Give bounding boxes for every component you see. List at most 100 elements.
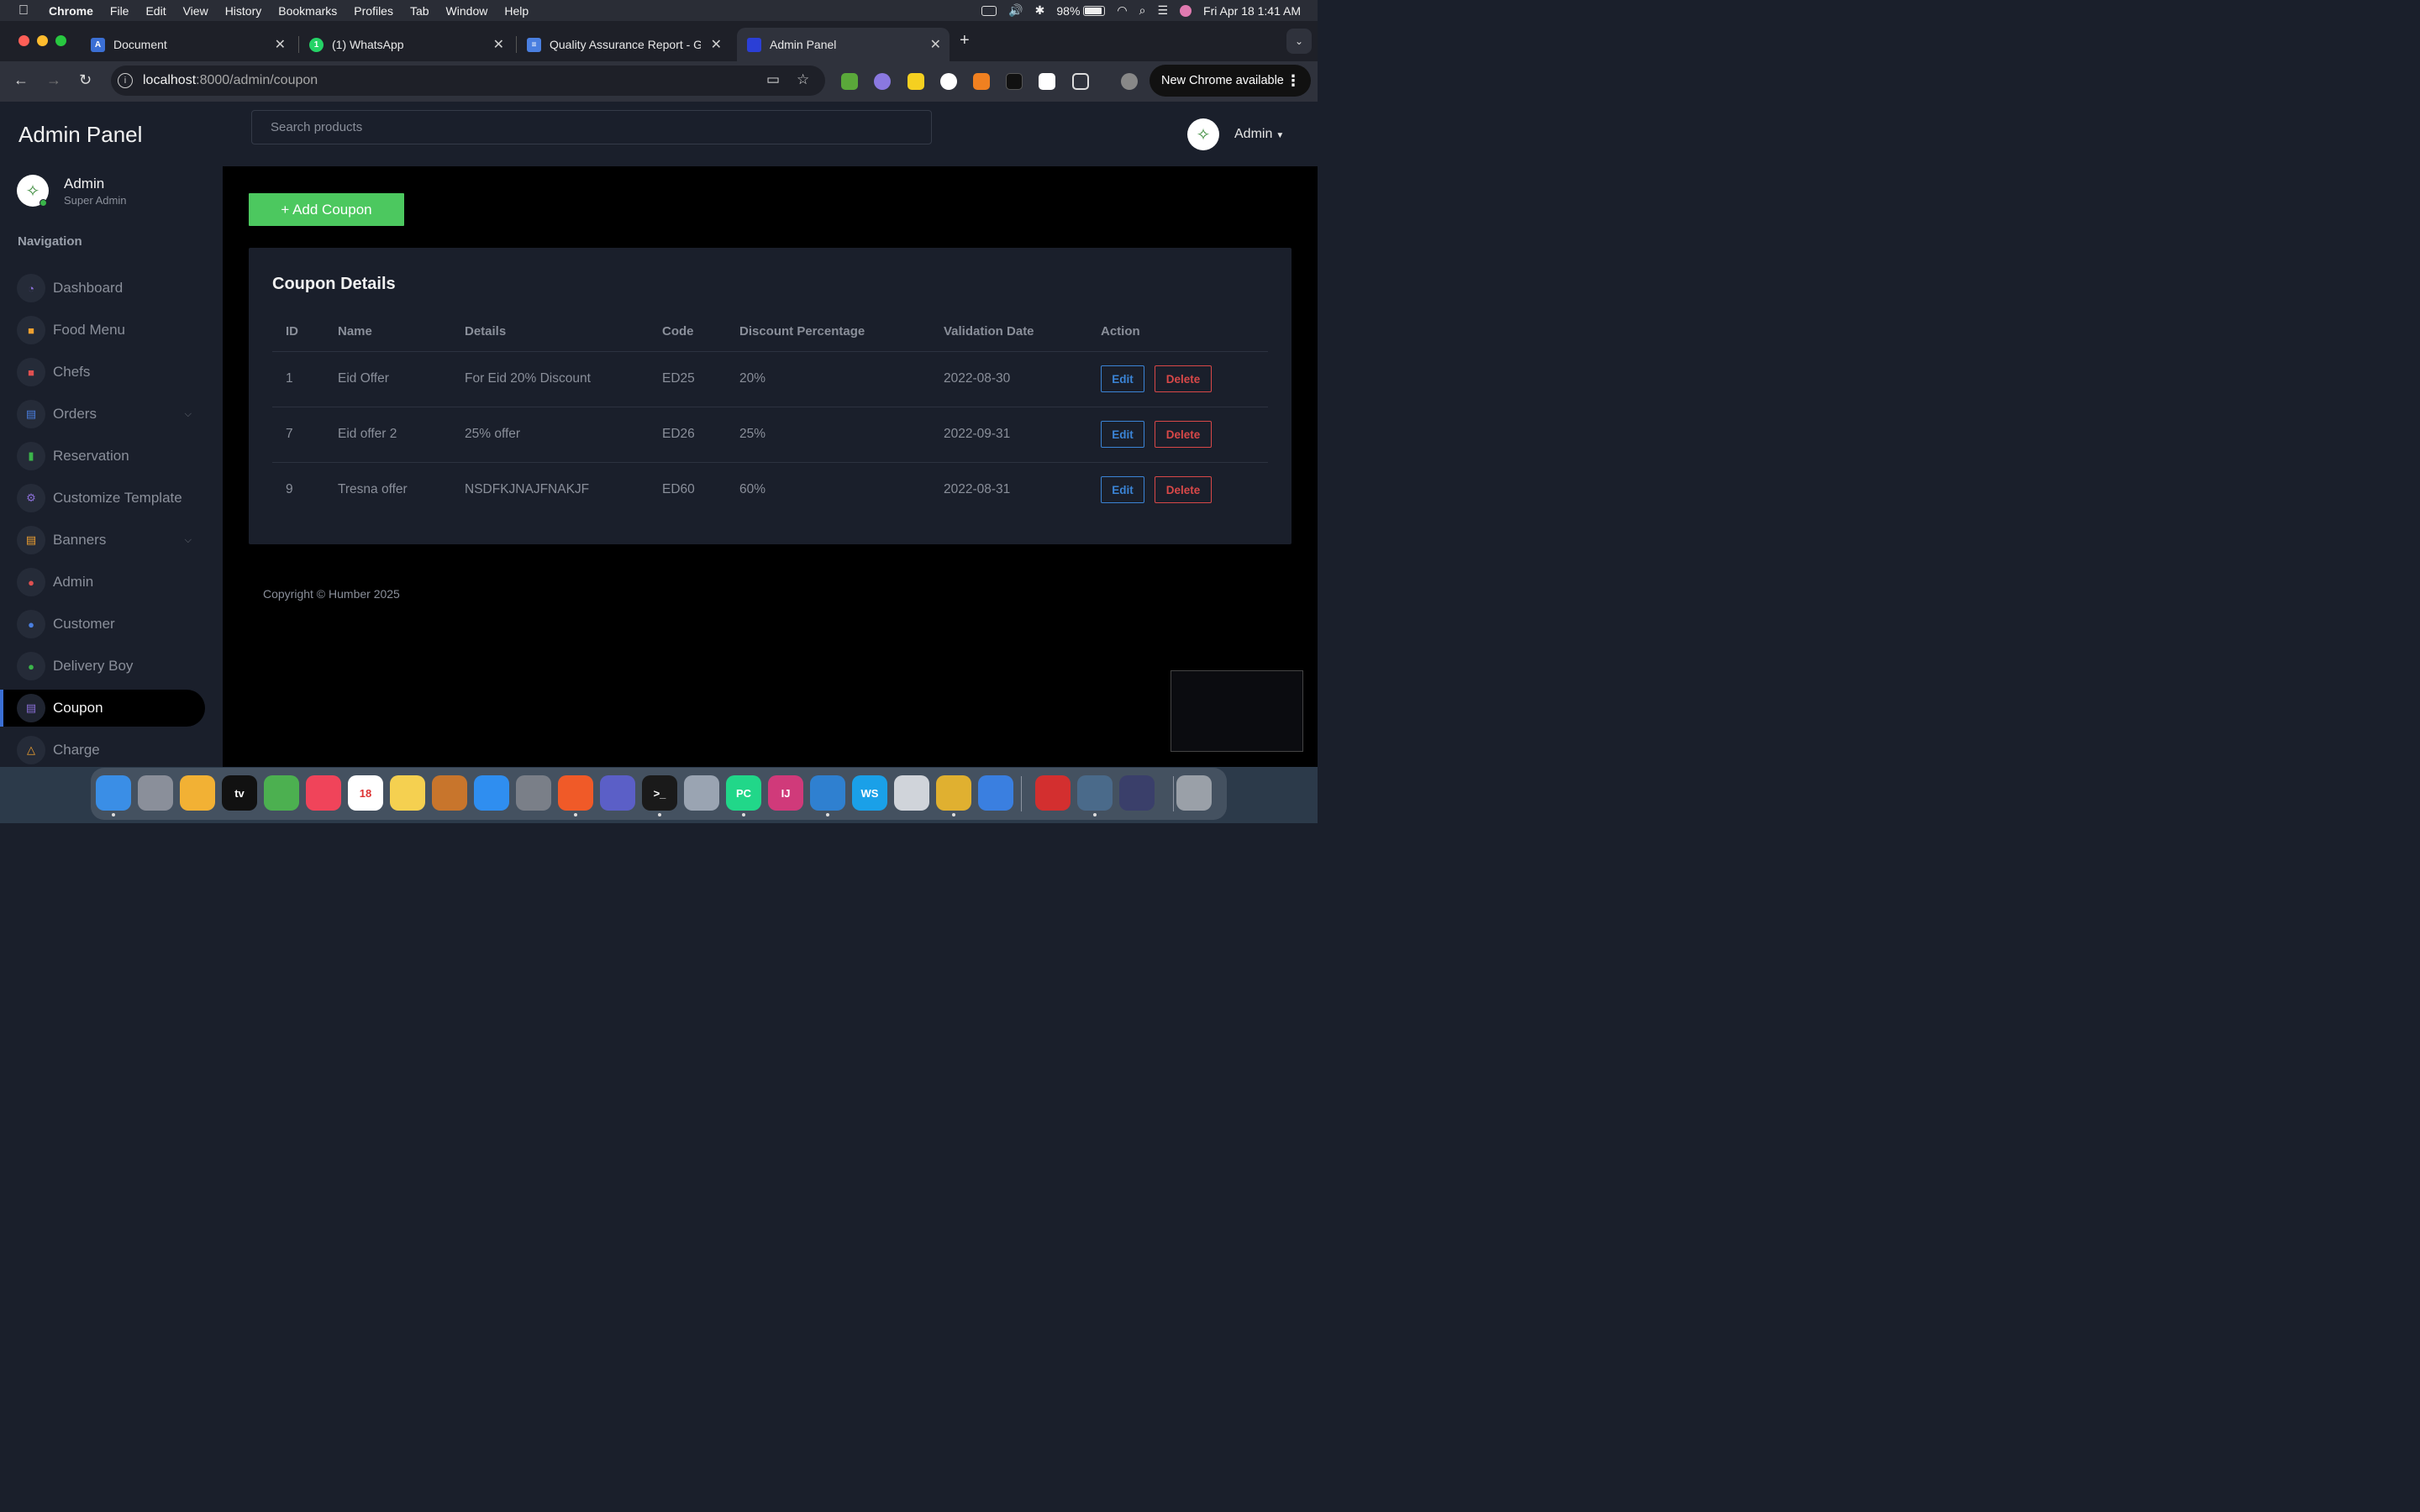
menu-edit[interactable]: Edit bbox=[145, 4, 166, 18]
tab-search-button[interactable]: ⌄ bbox=[1286, 29, 1312, 54]
bluetooth-icon[interactable]: ✱ bbox=[1035, 3, 1045, 18]
menu-file[interactable]: File bbox=[110, 4, 129, 18]
brave-icon[interactable] bbox=[558, 775, 593, 811]
menu-view[interactable]: View bbox=[183, 4, 208, 18]
tab-whatsapp[interactable]: 1 (1) WhatsApp ✕ bbox=[299, 28, 513, 61]
new-tab-button[interactable]: + bbox=[960, 31, 970, 50]
extension-grid-icon[interactable] bbox=[1039, 73, 1055, 90]
extension-pulse-icon[interactable] bbox=[940, 73, 957, 90]
sidebar-item-orders[interactable]: ▤ Orders ⌵ bbox=[17, 396, 205, 433]
launchpad-icon[interactable] bbox=[138, 775, 173, 811]
garageband-icon[interactable] bbox=[432, 775, 467, 811]
sidebar-item-dashboard[interactable]: ◔ Dashboard bbox=[17, 270, 205, 307]
avatar[interactable]: ✧ bbox=[1187, 118, 1219, 150]
tab-document[interactable]: A Document ✕ bbox=[81, 28, 294, 61]
menu-history[interactable]: History bbox=[225, 4, 262, 18]
reload-icon[interactable]: ↻ bbox=[79, 71, 92, 89]
menu-tab[interactable]: Tab bbox=[410, 4, 429, 18]
finder-icon[interactable] bbox=[96, 775, 131, 811]
user-dropdown[interactable]: Admin ▼ bbox=[1234, 127, 1284, 142]
mysql-workbench-icon[interactable] bbox=[1077, 775, 1113, 811]
acrobat-icon[interactable] bbox=[1035, 775, 1071, 811]
sidebar-item-coupon[interactable]: ▤ Coupon bbox=[0, 690, 205, 727]
delete-button[interactable]: Delete bbox=[1155, 365, 1212, 392]
screenshot-thumbnail[interactable] bbox=[1171, 670, 1303, 752]
extensions-puzzle-icon[interactable] bbox=[1072, 73, 1089, 90]
intellij-icon[interactable]: IJ bbox=[768, 775, 803, 811]
close-icon[interactable]: ✕ bbox=[275, 36, 286, 53]
trash-icon[interactable] bbox=[1176, 775, 1212, 811]
apple-menu-icon[interactable]:  bbox=[18, 3, 35, 18]
back-arrow-icon[interactable]: ← bbox=[13, 71, 29, 89]
app-store-icon[interactable] bbox=[474, 775, 509, 811]
ram-monitor-icon[interactable] bbox=[1119, 775, 1155, 811]
tableplus-icon[interactable] bbox=[894, 775, 929, 811]
spotlight-search-icon[interactable]: ⌕ bbox=[1139, 3, 1146, 18]
minimize-window-button[interactable] bbox=[37, 35, 48, 46]
battery-status[interactable]: 98% bbox=[1056, 4, 1106, 18]
xcode-instruments-icon[interactable] bbox=[978, 775, 1013, 811]
extension-s-icon[interactable] bbox=[908, 73, 924, 90]
bookmark-star-icon[interactable]: ☆ bbox=[797, 71, 809, 88]
calendar-icon[interactable]: 18 bbox=[348, 775, 383, 811]
sidebar-item-chefs[interactable]: ■ Chefs bbox=[17, 354, 205, 391]
system-settings-icon[interactable] bbox=[516, 775, 551, 811]
delete-button[interactable]: Delete bbox=[1155, 476, 1212, 504]
site-info-icon[interactable]: i bbox=[118, 73, 133, 88]
chevron-down-icon[interactable]: ⌵ bbox=[185, 535, 192, 546]
menu-clock[interactable]: Fri Apr 18 1:41 AM bbox=[1203, 4, 1301, 18]
close-icon[interactable]: ✕ bbox=[711, 36, 722, 53]
new-chrome-available-button[interactable]: New Chrome available ⋮ bbox=[1150, 65, 1311, 97]
sidebar-item-banners[interactable]: ▤ Banners ⌵ bbox=[17, 522, 205, 559]
close-window-button[interactable] bbox=[18, 35, 29, 46]
close-icon[interactable]: ✕ bbox=[493, 36, 504, 53]
notes-icon[interactable] bbox=[390, 775, 425, 811]
control-center-icon[interactable]: ☰ bbox=[1157, 3, 1168, 18]
edit-button[interactable]: Edit bbox=[1101, 421, 1144, 448]
sidebar-item-charge[interactable]: △ Charge bbox=[17, 732, 205, 767]
wifi-icon[interactable]: ◠ bbox=[1117, 3, 1127, 18]
menu-bookmarks[interactable]: Bookmarks bbox=[278, 4, 337, 18]
volume-icon[interactable]: 🔊 bbox=[1008, 3, 1023, 18]
address-bar[interactable]: i localhost:8000/admin/coupon ▭ ☆ bbox=[111, 66, 825, 96]
extension-chart-icon[interactable] bbox=[841, 73, 858, 90]
sidebar-item-delivery-boy[interactable]: ● Delivery Boy bbox=[17, 648, 205, 685]
pycharm-icon[interactable]: PC bbox=[726, 775, 761, 811]
edit-button[interactable]: Edit bbox=[1101, 476, 1144, 504]
webstorm-icon[interactable]: WS bbox=[852, 775, 887, 811]
sidebar-item-food-menu[interactable]: ■ Food Menu bbox=[17, 312, 205, 349]
siri-icon[interactable] bbox=[1180, 4, 1192, 17]
teams-icon[interactable] bbox=[600, 775, 635, 811]
database-icon[interactable] bbox=[684, 775, 719, 811]
search-input[interactable]: Search products bbox=[251, 110, 932, 144]
status-menu-icon[interactable] bbox=[981, 5, 997, 16]
photos-icon[interactable] bbox=[180, 775, 215, 811]
brand-title[interactable]: Admin Panel bbox=[18, 122, 142, 148]
tab-qa-report[interactable]: ≡ Quality Assurance Report - G ✕ bbox=[517, 28, 730, 61]
sidebar-item-admin[interactable]: ● Admin bbox=[17, 564, 205, 601]
card-icon[interactable]: ▭ bbox=[766, 71, 780, 88]
sidebar-item-reservation[interactable]: ▮ Reservation bbox=[17, 438, 205, 475]
chrome-icon[interactable] bbox=[936, 775, 971, 811]
extension-record-icon[interactable] bbox=[973, 73, 990, 90]
terminal-icon[interactable]: >_ bbox=[642, 775, 677, 811]
forward-arrow-icon[interactable]: → bbox=[46, 71, 61, 89]
sidebar-item-customer[interactable]: ● Customer bbox=[17, 606, 205, 643]
menu-window[interactable]: Window bbox=[446, 4, 488, 18]
profile-avatar-icon[interactable] bbox=[1121, 73, 1138, 90]
menu-help[interactable]: Help bbox=[504, 4, 529, 18]
menu-profiles[interactable]: Profiles bbox=[354, 4, 393, 18]
chevron-down-icon[interactable]: ⌵ bbox=[185, 409, 192, 420]
edit-button[interactable]: Edit bbox=[1101, 365, 1144, 392]
sidebar-item-customize-template[interactable]: ⚙ Customize Template bbox=[17, 480, 205, 517]
vscode-icon[interactable] bbox=[810, 775, 845, 811]
apple-tv-icon[interactable]: tv bbox=[222, 775, 257, 811]
maps-icon[interactable] bbox=[264, 775, 299, 811]
more-menu-icon[interactable]: ⋮ bbox=[1286, 72, 1301, 90]
extension-dots-icon[interactable] bbox=[1006, 73, 1023, 90]
music-icon[interactable] bbox=[306, 775, 341, 811]
menu-app-name[interactable]: Chrome bbox=[49, 4, 93, 18]
zoom-window-button[interactable] bbox=[55, 35, 66, 46]
delete-button[interactable]: Delete bbox=[1155, 421, 1212, 448]
add-coupon-button[interactable]: + Add Coupon bbox=[249, 193, 404, 226]
